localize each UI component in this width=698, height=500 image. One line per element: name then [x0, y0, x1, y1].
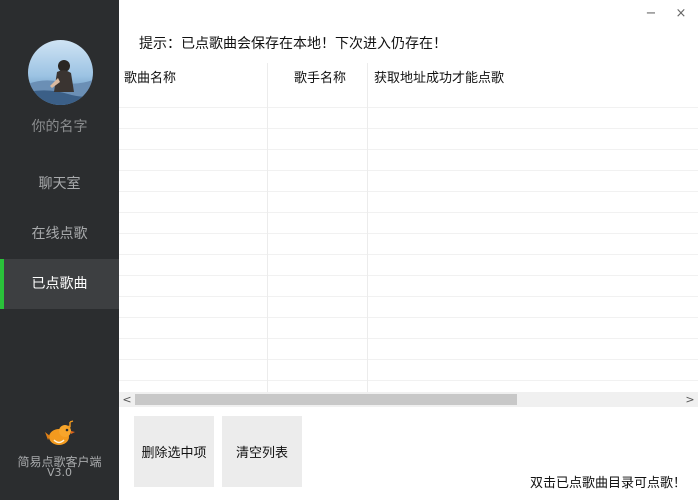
sidebar-item-online-song-request[interactable]: 在线点歌 — [0, 209, 119, 259]
requested-songs-table[interactable]: 歌曲名称 歌手名称 获取地址成功才能点歌 — [119, 63, 698, 392]
close-button[interactable]: × — [671, 5, 691, 23]
column-divider — [367, 63, 368, 392]
app-version: V3.0 — [46, 466, 73, 479]
horizontal-scrollbar[interactable]: < > — [119, 392, 698, 407]
username: 你的名字 — [31, 119, 88, 135]
scroll-right-icon[interactable]: > — [682, 392, 698, 407]
minimize-button[interactable]: − — [641, 5, 661, 23]
scroll-left-icon[interactable]: < — [119, 392, 135, 407]
sidebar-item-chatroom[interactable]: 聊天室 — [0, 159, 119, 209]
table-header: 歌曲名称 歌手名称 获取地址成功才能点歌 — [119, 63, 698, 87]
column-header-address-status[interactable]: 获取地址成功才能点歌 — [374, 67, 504, 86]
column-header-song-name[interactable]: 歌曲名称 — [124, 67, 176, 86]
double-click-hint: 双击已点歌曲目录可点歌！ — [529, 476, 686, 491]
scroll-thumb[interactable] — [135, 394, 517, 405]
sidebar-item-requested-songs[interactable]: 已点歌曲 — [0, 259, 119, 309]
avatar-image-icon — [28, 40, 93, 105]
clear-list-button[interactable]: 清空列表 — [222, 416, 302, 487]
column-divider — [267, 63, 268, 392]
delete-selected-button[interactable]: 删除选中项 — [134, 416, 214, 487]
sidebar: 你的名字 聊天室 在线点歌 已点歌曲 简易点歌客户端 V3.0 — [0, 0, 119, 500]
avatar[interactable] — [28, 40, 93, 105]
tip-text: 提示：已点歌曲会保存在本地！下次进入仍存在！ — [139, 36, 447, 52]
bird-logo-icon — [44, 418, 76, 450]
column-header-singer-name[interactable]: 歌手名称 — [294, 67, 346, 86]
table-rows[interactable] — [119, 87, 698, 392]
